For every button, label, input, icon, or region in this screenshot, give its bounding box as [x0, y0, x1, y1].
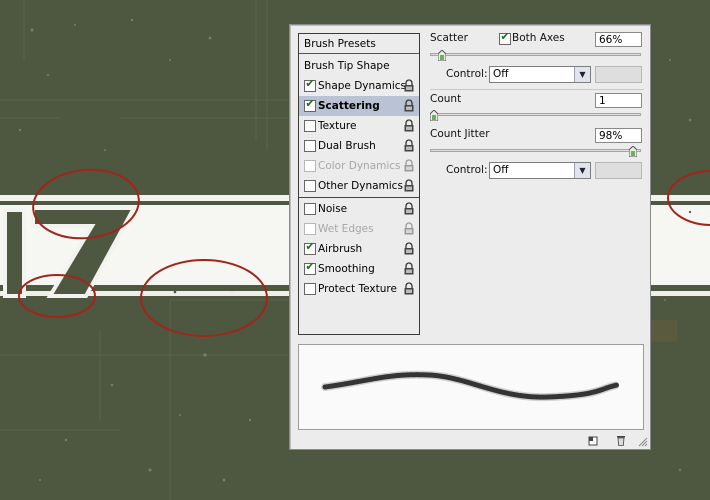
control1-value: Off [493, 68, 509, 80]
scatter-label: Scatter [430, 32, 468, 44]
wet-edges-checkbox[interactable] [304, 223, 316, 235]
group-divider [430, 89, 644, 90]
count-jitter-label: Count Jitter [430, 128, 490, 140]
brush-settings-list: Brush Presets Brush Tip Shape ✔ Shape Dy… [298, 33, 420, 335]
both-axes-label: Both Axes [512, 32, 565, 44]
new-preset-icon[interactable] [588, 436, 598, 446]
scattering-label: Scattering [318, 100, 380, 112]
count-slider-thumb[interactable] [430, 110, 438, 121]
texture-item[interactable]: Texture [299, 116, 419, 136]
checkmark-icon: ✔ [305, 240, 315, 253]
stroke-preview-graphic [321, 370, 621, 402]
control1-jitter-field [595, 66, 642, 83]
brush-presets-item[interactable]: Brush Presets [299, 34, 419, 54]
color-dynamics-item[interactable]: Color Dynamics [299, 156, 419, 176]
trash-icon[interactable] [616, 435, 626, 446]
scattering-item[interactable]: ✔ Scattering [299, 96, 419, 116]
scatter-slider[interactable] [430, 53, 641, 56]
count-jitter-value-field[interactable]: 98% [595, 128, 642, 143]
wet-edges-label: Wet Edges [318, 223, 374, 235]
lock-icon[interactable] [403, 202, 415, 215]
checkmark-icon: ✔ [305, 97, 315, 110]
color-dynamics-label: Color Dynamics [318, 160, 401, 172]
lock-icon[interactable] [403, 262, 415, 275]
protect-texture-label: Protect Texture [318, 283, 397, 295]
lock-icon[interactable] [403, 179, 415, 192]
protect-texture-item[interactable]: Protect Texture [299, 279, 419, 299]
control2-select[interactable]: Off ▼ [489, 162, 591, 179]
brush-tip-shape-label: Brush Tip Shape [304, 60, 390, 72]
lock-icon[interactable] [403, 79, 415, 92]
checkmark-icon: ✔ [500, 30, 510, 43]
other-dynamics-checkbox[interactable] [304, 180, 316, 192]
lock-icon[interactable] [403, 282, 415, 295]
scattering-checkbox[interactable]: ✔ [304, 97, 316, 112]
lock-icon[interactable] [403, 159, 415, 172]
list-divider [299, 197, 419, 198]
lock-icon[interactable] [403, 222, 415, 235]
scatter-value-field[interactable]: 66% [595, 32, 642, 47]
scatter-slider-thumb[interactable] [438, 50, 446, 61]
brush-tip-shape-item[interactable]: Brush Tip Shape [299, 56, 419, 76]
shape-dynamics-label: Shape Dynamics [318, 80, 406, 92]
wet-edges-item[interactable]: Wet Edges [299, 219, 419, 239]
airbrush-label: Airbrush [318, 243, 363, 255]
checkmark-icon: ✔ [305, 260, 315, 273]
control2-label: Control: [446, 164, 488, 176]
count-jitter-slider-thumb[interactable] [629, 146, 637, 157]
lock-icon[interactable] [403, 139, 415, 152]
count-label: Count [430, 93, 462, 105]
smoothing-checkbox[interactable]: ✔ [304, 260, 316, 275]
noise-label: Noise [318, 203, 348, 215]
count-value-field[interactable]: 1 [595, 93, 642, 108]
texture-checkbox[interactable] [304, 120, 316, 132]
other-dynamics-item[interactable]: Other Dynamics [299, 176, 419, 196]
olive-patch [649, 320, 677, 342]
chevron-down-icon[interactable]: ▼ [574, 67, 590, 82]
chevron-down-icon[interactable]: ▼ [574, 163, 590, 178]
panel-bottom-bar [290, 433, 650, 449]
scattering-options: Scatter ✔ Both Axes 66% Control: Off ▼ C… [430, 30, 644, 351]
control2-jitter-field [595, 162, 642, 179]
control1-select[interactable]: Off ▼ [489, 66, 591, 83]
brushes-panel: Brush Presets Brush Tip Shape ✔ Shape Dy… [289, 24, 651, 450]
color-dynamics-checkbox[interactable] [304, 160, 316, 172]
airbrush-checkbox[interactable]: ✔ [304, 240, 316, 255]
brush-presets-label: Brush Presets [304, 38, 376, 50]
smoothing-item[interactable]: ✔ Smoothing [299, 259, 419, 279]
smoothing-label: Smoothing [318, 263, 375, 275]
control2-value: Off [493, 164, 509, 176]
texture-label: Texture [318, 120, 357, 132]
other-dynamics-label: Other Dynamics [318, 180, 403, 192]
protect-texture-checkbox[interactable] [304, 283, 316, 295]
dual-brush-checkbox[interactable] [304, 140, 316, 152]
noise-item[interactable]: Noise [299, 199, 419, 219]
brush-stroke-preview [298, 344, 644, 430]
lock-icon[interactable] [403, 99, 415, 112]
noise-checkbox[interactable] [304, 203, 316, 215]
control1-label: Control: [446, 68, 488, 80]
lock-icon[interactable] [403, 242, 415, 255]
resize-grip-icon[interactable] [638, 437, 648, 447]
both-axes-checkbox[interactable]: ✔ [499, 30, 511, 45]
dual-brush-label: Dual Brush [318, 140, 376, 152]
shape-dynamics-checkbox[interactable]: ✔ [304, 77, 316, 92]
count-jitter-slider[interactable] [430, 149, 641, 152]
lock-icon[interactable] [403, 119, 415, 132]
dual-brush-item[interactable]: Dual Brush [299, 136, 419, 156]
shape-dynamics-item[interactable]: ✔ Shape Dynamics [299, 76, 419, 96]
airbrush-item[interactable]: ✔ Airbrush [299, 239, 419, 259]
count-slider[interactable] [430, 113, 641, 116]
checkmark-icon: ✔ [305, 77, 315, 90]
